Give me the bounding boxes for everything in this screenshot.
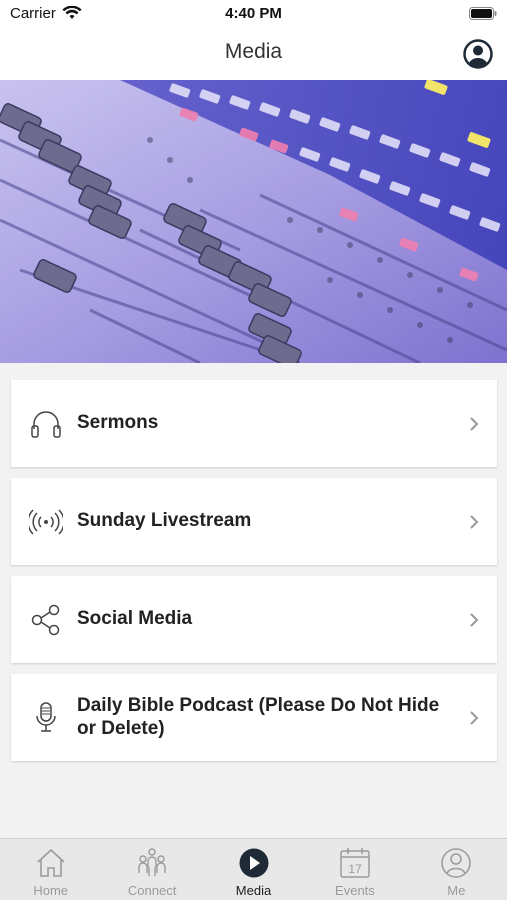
menu-item-label: Social Media [77, 608, 193, 630]
headphones-icon [31, 411, 61, 438]
play-icon [239, 848, 269, 878]
people-icon [138, 848, 166, 876]
menu-item-sermons[interactable]: Sermons [11, 380, 497, 467]
menu-item-label: Sermons [77, 412, 159, 434]
tab-events[interactable]: 17 Events [304, 839, 405, 900]
menu-item-label: Sunday Livestream [77, 510, 252, 532]
media-menu: Sermons Sunday Livestream Social Media D… [11, 380, 497, 772]
tab-label: Media [235, 883, 272, 898]
home-icon [37, 848, 65, 877]
clock: 4:40 PM [225, 5, 282, 22]
tab-media[interactable]: Media [203, 839, 304, 900]
user-icon [441, 848, 472, 878]
menu-item-label: Daily Bible Podcast (Please Do Not Hide … [77, 694, 440, 739]
tab-me[interactable]: Me [406, 839, 507, 900]
page-title: Media [224, 40, 283, 63]
mixing-console-photo [0, 80, 507, 363]
chevron-right-icon [470, 711, 479, 725]
menu-item-daily-bible-podcast[interactable]: Daily Bible Podcast (Please Do Not Hide … [11, 674, 497, 761]
broadcast-icon [29, 509, 63, 535]
tab-bar: Home Connect Media 17 Events Me [0, 838, 507, 900]
navigation-bar: Media [0, 30, 507, 80]
menu-item-social-media[interactable]: Social Media [11, 576, 497, 663]
hero-image [0, 80, 507, 363]
tab-connect[interactable]: Connect [101, 839, 202, 900]
calendar-icon: 17 [340, 848, 370, 878]
status-bar: Carrier 4:40 PM [0, 0, 507, 30]
share-icon [31, 604, 60, 636]
tab-home[interactable]: Home [0, 839, 101, 900]
menu-item-sunday-livestream[interactable]: Sunday Livestream [11, 478, 497, 565]
chevron-right-icon [470, 613, 479, 627]
microphone-icon [36, 702, 56, 732]
chevron-right-icon [470, 417, 479, 431]
calendar-day: 17 [348, 862, 362, 876]
chevron-right-icon [470, 515, 479, 529]
tab-label: Me [447, 883, 466, 898]
tab-label: Events [335, 883, 375, 898]
tab-label: Home [33, 883, 69, 898]
tab-label: Connect [127, 883, 177, 898]
battery-icon [469, 7, 497, 20]
user-circle-icon[interactable] [463, 39, 493, 69]
